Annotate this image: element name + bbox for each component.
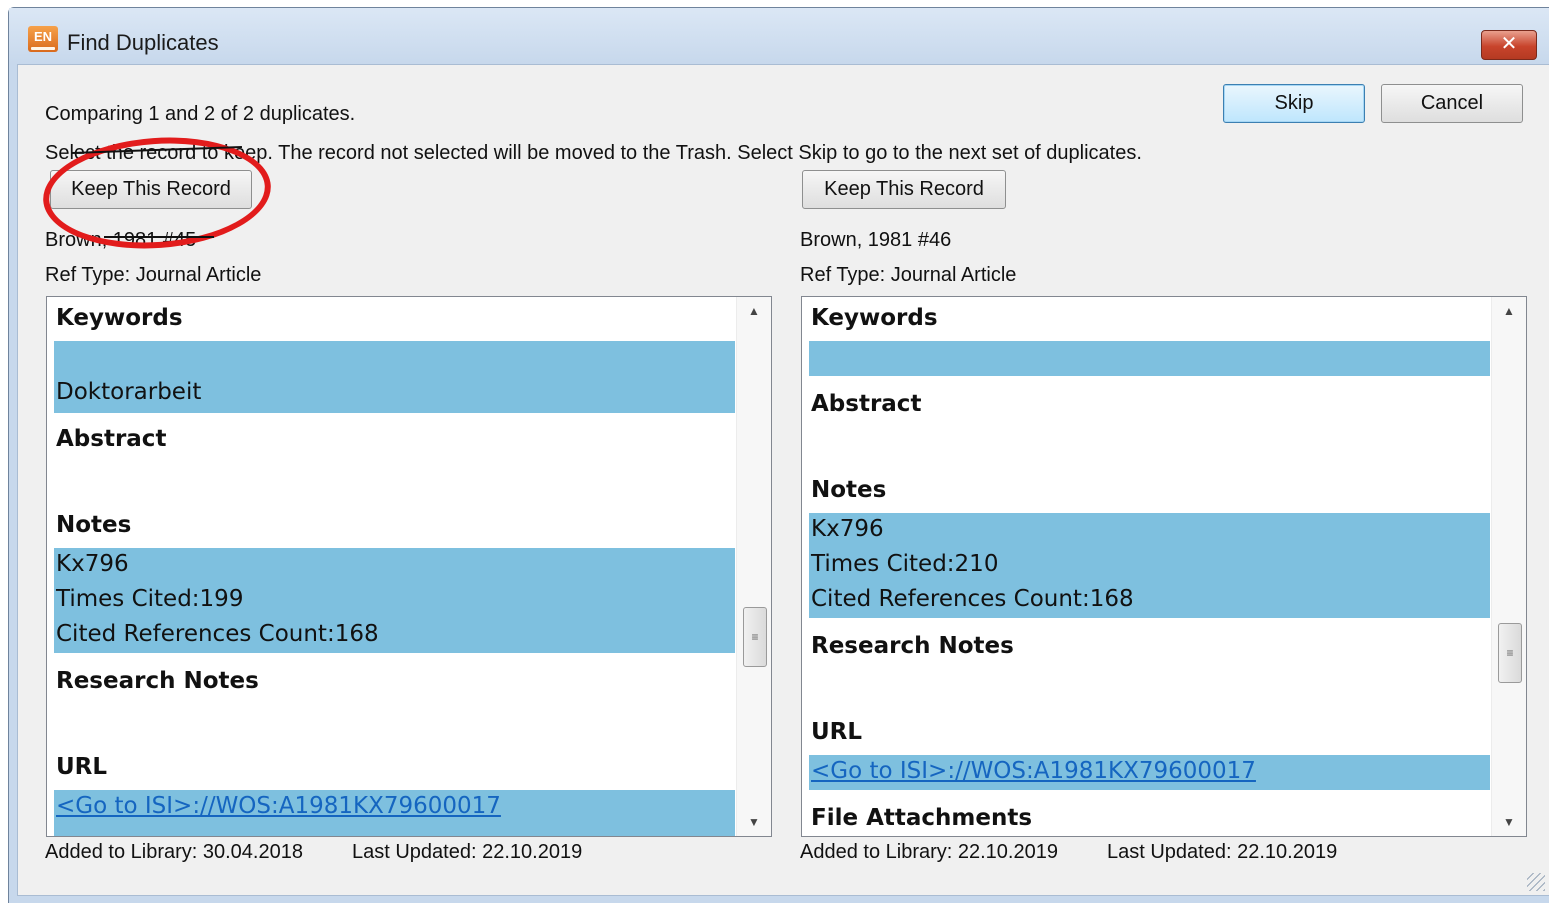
right-record-content: Keywords Abstract Notes Kx796 Times Cite… [808,297,1490,836]
left-added-date: Added to Library: 30.04.2018 [45,841,303,863]
skip-button[interactable]: Skip [1223,84,1365,123]
cancel-button[interactable]: Cancel [1381,84,1523,123]
right-file-attachments-header: File Attachments [811,805,1033,831]
left-note-line: Cited References Count:168 [56,621,379,647]
left-keyword: Doktorarbeit [56,379,202,405]
right-notes-header: Notes [811,477,887,503]
right-keywords-header: Keywords [811,305,938,331]
scroll-thumb[interactable]: ≡ [1498,623,1522,683]
right-record-id: Brown, 1981 #46 [800,229,952,251]
title-bar[interactable]: EN Find Duplicates ✕ [9,8,1549,64]
left-note-line: Kx796 [56,551,129,577]
keep-right-record-button[interactable]: Keep This Record [802,170,1006,209]
right-updated-date: Last Updated: 22.10.2019 [1107,841,1338,863]
window-title: Find Duplicates [67,30,219,55]
right-vertical-scrollbar[interactable]: ▲ ≡ ▼ [1491,297,1526,836]
find-duplicates-dialog: EN Find Duplicates ✕ Comparing 1 and 2 o… [8,7,1549,903]
endnote-app-icon: EN [28,26,58,52]
left-ref-type: Ref Type: Journal Article [45,264,262,286]
right-note-line: Cited References Count:168 [811,586,1134,612]
left-vertical-scrollbar[interactable]: ▲ ≡ ▼ [736,297,771,836]
right-research-notes-header: Research Notes [811,633,1014,659]
right-keywords-highlight [809,341,1490,376]
scroll-thumb[interactable]: ≡ [743,607,767,667]
left-url-link[interactable]: <Go to ISI>://WOS:A1981KX79600017 [56,793,501,819]
scroll-up-arrow-icon[interactable]: ▲ [1492,297,1526,325]
right-abstract-header: Abstract [811,391,922,417]
left-note-line: Times Cited:199 [56,586,244,612]
right-added-date: Added to Library: 22.10.2019 [800,841,1058,863]
annotation-scribble [104,236,214,238]
right-record-panel[interactable]: Keywords Abstract Notes Kx796 Times Cite… [801,296,1527,837]
right-ref-type: Ref Type: Journal Article [800,264,1017,286]
dialog-body: Comparing 1 and 2 of 2 duplicates. Selec… [17,64,1549,896]
left-keywords-header: Keywords [56,305,183,331]
scroll-down-arrow-icon[interactable]: ▼ [1492,808,1526,836]
left-updated-date: Last Updated: 22.10.2019 [352,841,583,863]
left-record-content: Keywords Doktorarbeit Abstract Notes Kx7… [53,297,735,836]
left-url-header: URL [56,754,108,780]
close-button[interactable]: ✕ [1481,30,1537,60]
resize-grip-icon[interactable] [1527,873,1545,891]
left-notes-header: Notes [56,512,132,538]
left-abstract-header: Abstract [56,426,167,452]
left-research-notes-header: Research Notes [56,668,259,694]
right-note-line: Kx796 [811,516,884,542]
left-record-panel[interactable]: Keywords Doktorarbeit Abstract Notes Kx7… [46,296,772,837]
comparison-status: Comparing 1 and 2 of 2 duplicates. [45,103,356,125]
scroll-down-arrow-icon[interactable]: ▼ [737,808,771,836]
right-note-line: Times Cited:210 [811,551,999,577]
scroll-up-arrow-icon[interactable]: ▲ [737,297,771,325]
right-url-header: URL [811,719,863,745]
right-url-link[interactable]: <Go to ISI>://WOS:A1981KX79600017 [811,758,1256,784]
